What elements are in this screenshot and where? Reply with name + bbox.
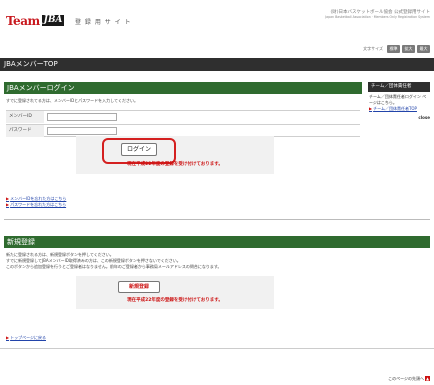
password-input[interactable] bbox=[47, 127, 117, 135]
logo-jba-mark: JBA bbox=[42, 15, 64, 26]
member-id-input[interactable] bbox=[47, 113, 117, 121]
sidebar-close-button[interactable]: close bbox=[368, 115, 430, 120]
register-registration-notice: 現在平成22年度の登録を受け付けております。 bbox=[127, 298, 223, 303]
login-button[interactable]: ログイン bbox=[121, 143, 157, 156]
forgot-password-label: パスワードを忘れた方はこちら bbox=[10, 202, 67, 207]
member-id-row: メンバーID bbox=[6, 110, 360, 123]
site-name: 登 録 用 サ イ ト bbox=[75, 19, 132, 26]
sidebar-title: チーム／団体責任者 bbox=[368, 82, 430, 92]
login-help-links: ▶メンバーIDを忘れた方はこちら ▶パスワードを忘れた方はこちら bbox=[6, 196, 66, 208]
arrow-up-icon: ▲ bbox=[425, 376, 430, 381]
arrow-right-icon: ▶ bbox=[6, 196, 10, 201]
login-registration-notice: 現在平成22年度の登録を受け付けております。 bbox=[127, 162, 223, 167]
arrow-right-icon: ▶ bbox=[369, 106, 373, 111]
login-section-title: JBAメンバーログイン bbox=[4, 82, 362, 94]
sidebar-description: チーム／団体責任者ログイン ページはこちら。 bbox=[369, 94, 427, 105]
font-size-large-button[interactable]: 拡大 bbox=[402, 44, 415, 53]
login-intro-text: すでに登録されてる方は、メンバーIDとパスワードを入力してください。 bbox=[6, 98, 138, 103]
page-top-link[interactable]: このページの先頭へ ▲ bbox=[388, 376, 430, 382]
register-instruction-line: このボタンから追加登録を行うとご登録者はなりません。前年のご登録者から事務局メー… bbox=[6, 264, 222, 269]
register-section-title: 新規登録 bbox=[4, 236, 430, 248]
team-manager-top-label: チーム／団体責任者TOP bbox=[373, 106, 417, 111]
back-to-top-page-link[interactable]: ▶トップページに戻る bbox=[6, 335, 46, 341]
footer-divider bbox=[0, 348, 434, 349]
password-label: パスワード bbox=[6, 125, 44, 137]
team-jba-logo[interactable]: Team JBA bbox=[6, 14, 64, 28]
site-header: Team JBA 登 録 用 サ イ ト (財)日本バスケットボール協会 公式登… bbox=[0, 0, 434, 34]
member-id-label: メンバーID bbox=[6, 111, 44, 123]
arrow-right-icon: ▶ bbox=[6, 202, 10, 207]
back-to-top-page-label: トップページに戻る bbox=[10, 335, 46, 340]
register-instructions: 新たに登録される方は、新規登録ボタンを押してください。 すでに新規登録してJBA… bbox=[6, 252, 221, 270]
page-title: JBAメンバーTOP bbox=[0, 58, 434, 71]
organization-name-english: Japan Basketball Association · Members O… bbox=[325, 15, 430, 19]
font-size-max-button[interactable]: 最大 bbox=[417, 44, 430, 53]
forgot-member-id-label: メンバーIDを忘れた方はこちら bbox=[10, 196, 67, 201]
section-divider bbox=[4, 219, 430, 220]
register-button-panel bbox=[76, 276, 274, 309]
font-size-label: 文字サイズ bbox=[363, 45, 383, 51]
team-manager-top-link[interactable]: ▶チーム／団体責任者TOP bbox=[368, 106, 417, 111]
team-manager-sidebar: チーム／団体責任者 チーム／団体責任者ログイン ページはこちら。 ▶チーム／団体… bbox=[368, 82, 430, 120]
font-size-standard-button[interactable]: 標準 bbox=[387, 44, 400, 53]
arrow-right-icon: ▶ bbox=[6, 335, 10, 340]
page-top-label: このページの先頭へ bbox=[388, 376, 424, 381]
new-registration-button[interactable]: 新規登録 bbox=[118, 281, 160, 293]
font-size-selector: 文字サイズ 標準 拡大 最大 bbox=[363, 44, 430, 53]
forgot-password-link[interactable]: ▶パスワードを忘れた方はこちら bbox=[6, 202, 66, 208]
logo-team-text: Team bbox=[6, 14, 40, 28]
